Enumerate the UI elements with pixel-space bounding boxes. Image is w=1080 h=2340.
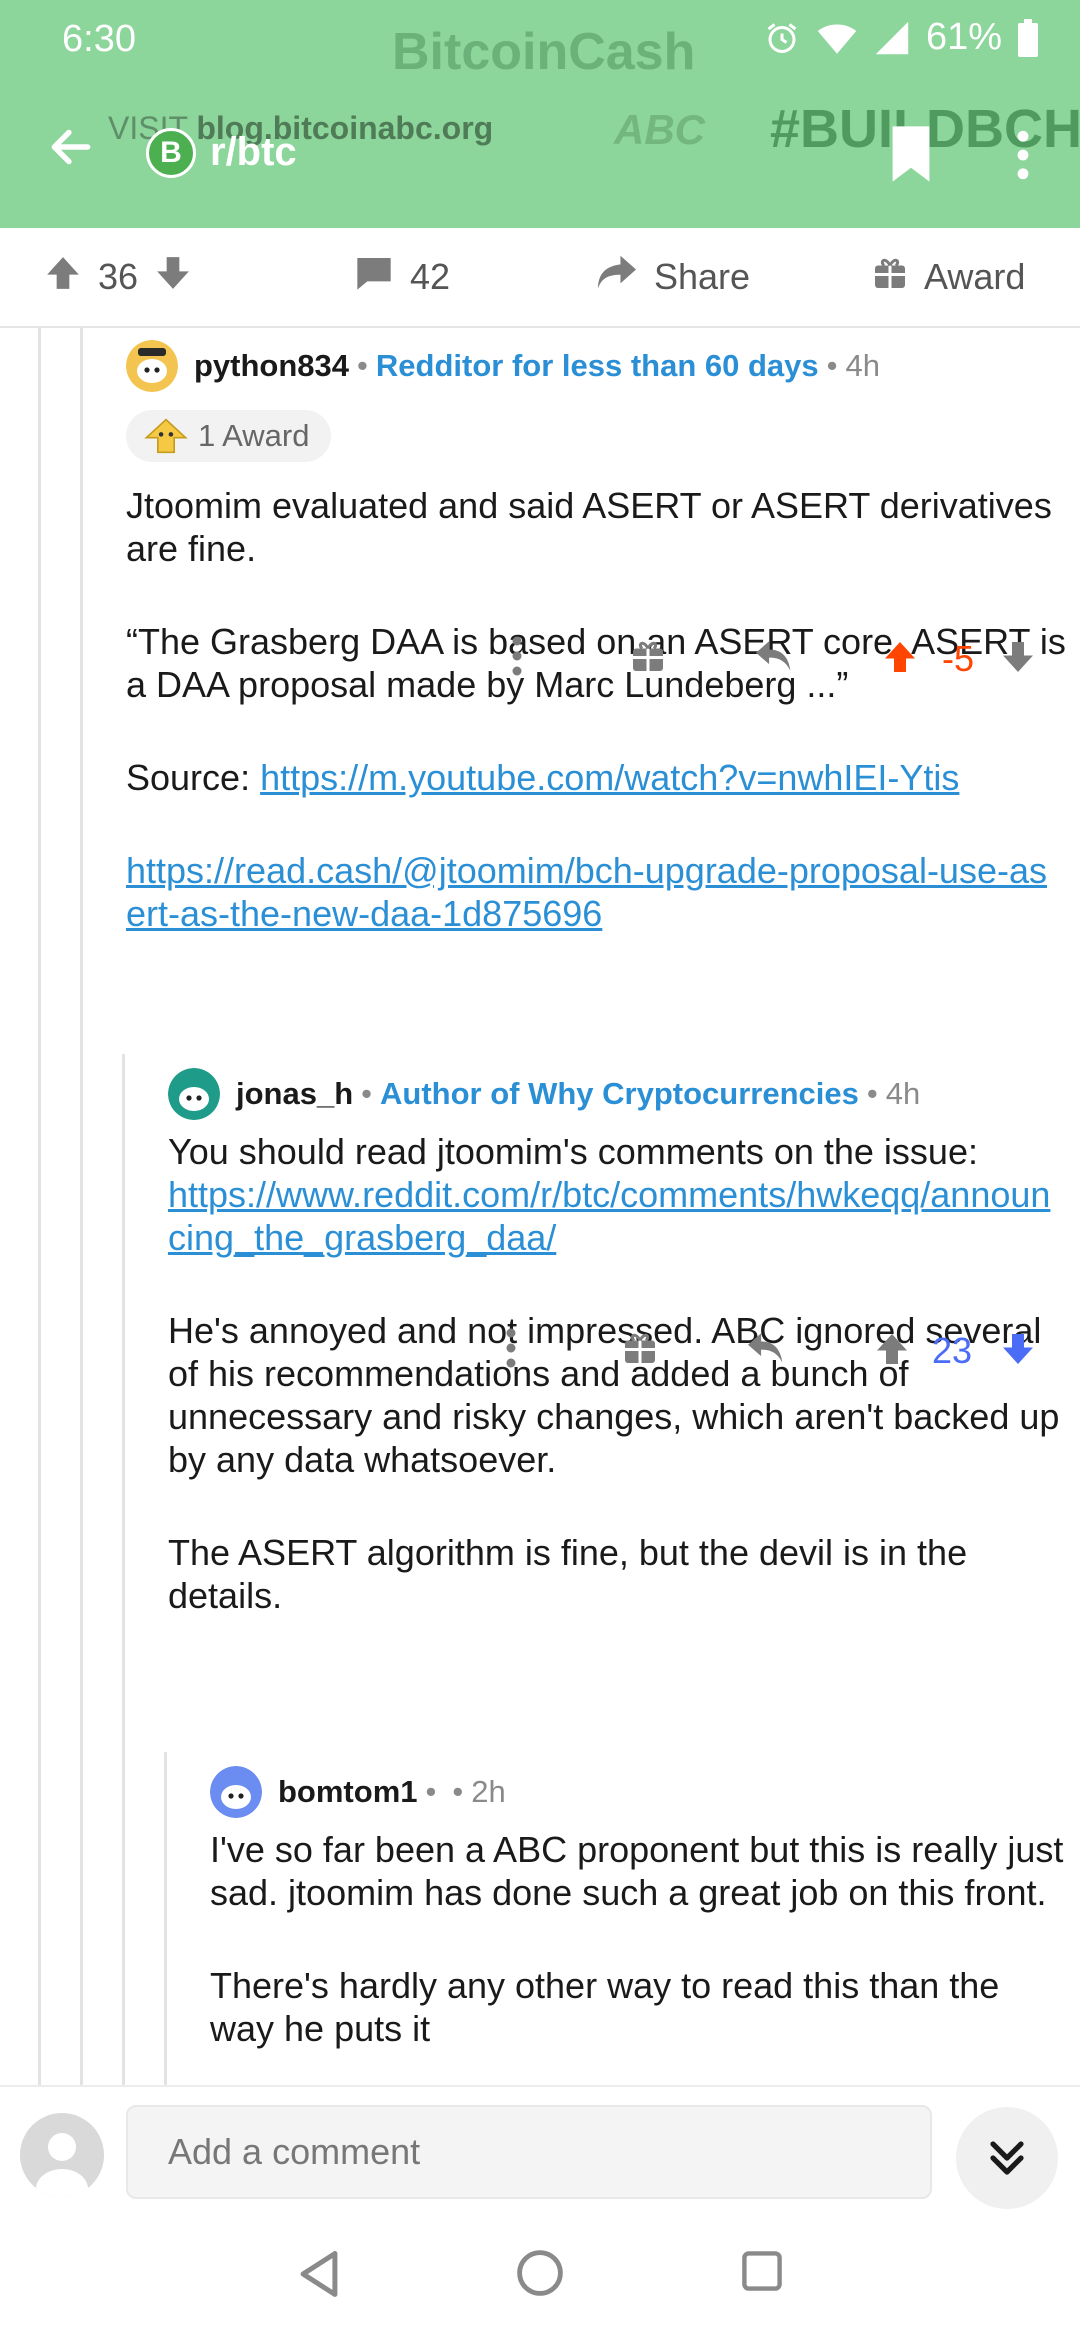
collapse-comments-button[interactable]: [956, 2107, 1058, 2209]
user-avatar[interactable]: [126, 340, 178, 392]
award-label: Award: [924, 256, 1026, 297]
bookmark-icon[interactable]: [888, 126, 934, 187]
downvote-icon[interactable]: [1000, 638, 1036, 681]
comment-composer: [0, 2085, 1080, 2215]
comment-actions: -5: [0, 636, 1080, 686]
comment-body: I've so far been a ABC proponent but thi…: [210, 1828, 1070, 2050]
comment-score: 23: [932, 1330, 973, 1371]
post-vote-group: 36: [44, 228, 192, 326]
double-chevron-down-icon: [990, 2141, 1024, 2175]
battery-icon: [1018, 18, 1038, 57]
downvote-icon[interactable]: [154, 254, 192, 301]
overflow-menu-icon[interactable]: [1016, 130, 1030, 185]
more-options-icon[interactable]: [512, 636, 522, 681]
share-arrow-icon: [596, 254, 638, 301]
comment-actions: 23: [0, 1328, 1080, 1378]
more-options-icon[interactable]: [506, 1328, 516, 1373]
comment-username[interactable]: python834: [194, 348, 349, 384]
signal-icon: [874, 20, 910, 56]
back-arrow-icon[interactable]: [46, 122, 96, 177]
comment-link[interactable]: https://www.reddit.com/r/btc/comments/hw…: [168, 1174, 1050, 1258]
battery-percent: 61%: [925, 16, 1002, 58]
nav-back-icon[interactable]: [296, 2249, 342, 2304]
status-time: 6:30: [62, 18, 136, 60]
gift-icon: [872, 255, 908, 300]
user-avatar[interactable]: [168, 1068, 220, 1120]
comment-username[interactable]: bomtom1: [278, 1774, 418, 1810]
reply-icon[interactable]: [746, 1330, 786, 1371]
nav-home-icon[interactable]: [516, 2249, 564, 2302]
comment-time: 2h: [471, 1774, 506, 1809]
system-navigation-bar: [0, 2213, 1080, 2340]
upvote-icon[interactable]: [882, 638, 918, 681]
subreddit-icon[interactable]: B: [146, 128, 196, 178]
comment-bomtom1: bomtom1 • • 2h I've so far been a ABC pr…: [210, 1766, 1070, 2085]
comment-body: Jtoomim evaluated and said ASERT or ASER…: [126, 484, 1066, 935]
comment-time: 4h: [845, 348, 880, 383]
current-user-avatar[interactable]: [20, 2113, 104, 2197]
comment-paragraph: You should read jtoomim's comments on th…: [168, 1131, 978, 1172]
gift-icon[interactable]: [622, 1330, 658, 1371]
post-score: 36: [98, 256, 139, 297]
comment-link[interactable]: https://m.youtube.com/watch?v=nwhIEI-Yti…: [260, 757, 959, 798]
thread-line: [122, 1054, 125, 2085]
gift-icon[interactable]: [630, 638, 666, 679]
separator-dot: •: [357, 348, 368, 383]
comment-count: 42: [410, 256, 451, 297]
comments-button[interactable]: 42: [354, 228, 450, 326]
source-label: Source:: [126, 757, 251, 798]
award-badge[interactable]: 1 Award: [126, 410, 332, 462]
upvote-icon[interactable]: [874, 1330, 910, 1373]
user-flair: Author of Why Cryptocurrencies: [380, 1076, 859, 1111]
award-count: 1 Award: [198, 418, 310, 453]
thread-line: [164, 1752, 167, 2085]
alarm-icon: [764, 20, 800, 56]
separator-dot: •: [361, 1076, 373, 1111]
comment-bubble-icon: [354, 254, 394, 301]
separator-dot: •: [826, 348, 838, 383]
share-button[interactable]: Share: [596, 228, 750, 326]
add-comment-input[interactable]: [126, 2105, 932, 2199]
separator-dot: •: [452, 1774, 464, 1809]
thread-line: [80, 328, 83, 2085]
status-bar: 6:30 61%: [0, 0, 1080, 80]
comment-paragraph: There's hardly any other way to read thi…: [210, 1965, 1000, 2049]
nav-recents-icon[interactable]: [740, 2249, 784, 2298]
separator-dot: •: [866, 1076, 878, 1111]
upvote-icon[interactable]: [44, 254, 82, 301]
helpful-award-icon: [144, 418, 188, 454]
comment-time: 4h: [885, 1076, 921, 1111]
subreddit-name[interactable]: r/btc: [210, 130, 297, 175]
downvote-icon[interactable]: [1000, 1330, 1036, 1373]
award-button[interactable]: Award: [872, 228, 1025, 326]
wifi-icon: [816, 20, 858, 56]
user-avatar[interactable]: [210, 1766, 262, 1818]
user-flair: Redditor for less than 60 days: [375, 348, 819, 383]
comment-thread: python834 • Redditor for less than 60 da…: [0, 328, 1080, 2085]
banner-abc: ABC: [614, 106, 705, 153]
post-action-bar: 36 42 Share Award: [0, 228, 1080, 328]
share-label: Share: [654, 256, 751, 297]
subreddit-header: BitcoinCash VISIT blog.bitcoinabc.org AB…: [0, 0, 1080, 228]
comment-score: -5: [942, 638, 975, 679]
separator-dot: •: [425, 1774, 437, 1809]
thread-line: [38, 328, 41, 2085]
comment-paragraph: Jtoomim evaluated and said ASERT or ASER…: [126, 485, 1052, 569]
comment-link[interactable]: https://read.cash/@jtoomim/bch-upgrade-p…: [126, 850, 1047, 934]
comment-paragraph: The ASERT algorithm is fine, but the dev…: [168, 1532, 968, 1616]
comment-paragraph: I've so far been a ABC proponent but thi…: [210, 1829, 1064, 1913]
reply-icon[interactable]: [754, 638, 794, 679]
comment-username[interactable]: jonas_h: [236, 1076, 353, 1112]
